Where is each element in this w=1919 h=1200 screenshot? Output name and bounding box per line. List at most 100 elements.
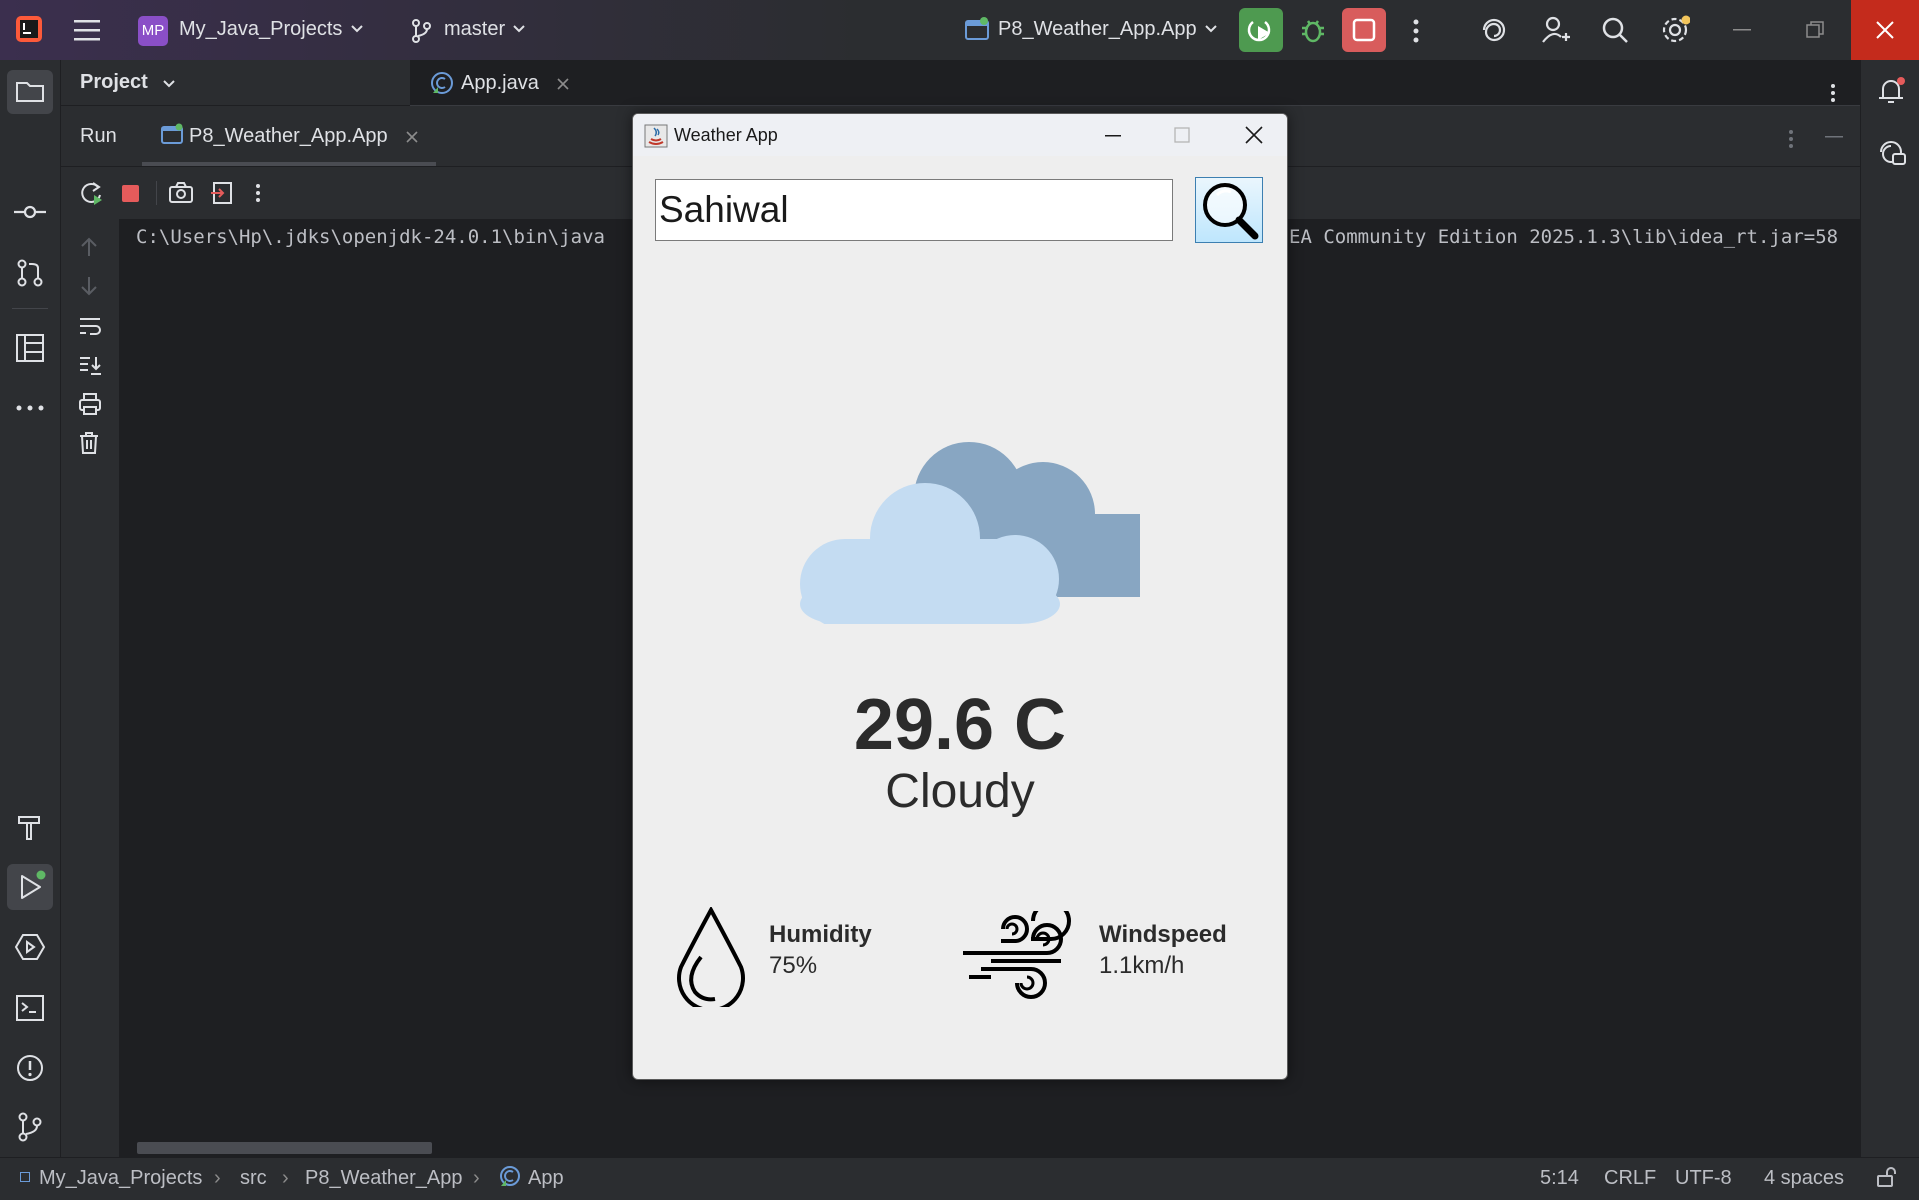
minimize-icon[interactable] xyxy=(1105,135,1121,137)
left-tool-window-bar xyxy=(0,60,61,1157)
add-user-icon[interactable] xyxy=(1541,15,1571,45)
unlock-icon[interactable] xyxy=(1876,1166,1898,1188)
debug-icon[interactable] xyxy=(1299,16,1327,44)
magnifier-search-icon xyxy=(1203,183,1259,240)
ai-assistant-icon[interactable] xyxy=(1480,16,1508,44)
run-tab-underline xyxy=(142,162,436,166)
chevron-down-icon xyxy=(512,24,526,34)
print-icon[interactable] xyxy=(78,392,102,416)
close-tab-icon[interactable] xyxy=(406,131,418,143)
editor-tab-app-java[interactable]: App.java xyxy=(461,72,539,95)
file-encoding[interactable]: UTF-8 xyxy=(1675,1167,1732,1190)
close-ide-button[interactable] xyxy=(1851,0,1919,60)
close-icon[interactable] xyxy=(1245,126,1263,144)
down-arrow-icon[interactable] xyxy=(78,275,100,297)
pull-requests-icon[interactable] xyxy=(15,258,45,288)
run-config-icon xyxy=(160,123,184,147)
more-icon[interactable] xyxy=(255,183,261,203)
problems-icon[interactable] xyxy=(15,1053,45,1083)
rerun-icon[interactable] xyxy=(80,181,104,205)
scroll-to-end-icon[interactable] xyxy=(78,354,102,376)
search-button[interactable] xyxy=(1195,177,1263,243)
chevron-down-icon xyxy=(162,79,176,89)
editor-tabs: App.java xyxy=(410,60,1860,106)
breadcrumb-src[interactable]: src xyxy=(240,1167,267,1190)
run-config-icon xyxy=(964,17,990,43)
breadcrumb-class[interactable]: App xyxy=(528,1167,564,1190)
run-panel-label: Run xyxy=(80,125,117,147)
console-line-left: C:\Users\Hp\.jdks\openjdk-24.0.1\bin\jav… xyxy=(136,226,605,248)
run-tool-button[interactable] xyxy=(7,864,53,910)
intellij-logo-icon xyxy=(14,14,44,44)
run-more-icon[interactable] xyxy=(1788,129,1794,149)
indent-setting[interactable]: 4 spaces xyxy=(1764,1167,1844,1190)
temperature-label: 29.6 C xyxy=(853,685,1067,765)
weather-window-title: Weather App xyxy=(674,125,778,145)
humidity-value: 75% xyxy=(769,952,818,979)
services-icon[interactable] xyxy=(14,932,46,962)
branch-selector[interactable]: master xyxy=(444,18,505,41)
commit-icon[interactable] xyxy=(12,197,48,227)
main-menu-icon[interactable] xyxy=(74,18,102,42)
structure-icon[interactable] xyxy=(15,333,45,363)
weather-window-titlebar: Weather App xyxy=(633,114,1287,156)
soft-wrap-icon[interactable] xyxy=(78,315,102,337)
caret-position[interactable]: 5:14 xyxy=(1540,1167,1579,1190)
hide-panel-icon[interactable] xyxy=(1825,136,1843,138)
project-tool-button[interactable] xyxy=(7,70,53,114)
settings-gear-icon[interactable] xyxy=(1660,15,1690,45)
horizontal-scrollbar[interactable] xyxy=(137,1142,432,1154)
java-class-icon xyxy=(499,1165,521,1187)
breadcrumb-separator: › xyxy=(214,1167,221,1189)
maximize-icon[interactable] xyxy=(1174,127,1190,143)
branch-icon xyxy=(410,18,432,44)
project-panel-header: Project xyxy=(61,60,410,105)
editor-more-icon[interactable] xyxy=(1830,83,1836,103)
more-actions-icon[interactable] xyxy=(1412,18,1420,44)
windspeed-label: Windspeed xyxy=(1099,921,1227,948)
git-icon[interactable] xyxy=(17,1112,43,1142)
humidity-label: Humidity xyxy=(769,921,872,948)
restore-icon[interactable] xyxy=(1806,21,1824,39)
project-selector[interactable]: My_Java_Projects xyxy=(179,18,342,41)
notifications-bell-icon[interactable] xyxy=(1877,76,1907,106)
minimize-icon[interactable] xyxy=(1733,29,1751,31)
screenshot-camera-icon[interactable] xyxy=(168,181,194,205)
up-arrow-icon[interactable] xyxy=(78,236,100,258)
terminal-icon[interactable] xyxy=(15,994,45,1022)
weather-app-window: Weather App Sahiwal 29.6 C Cloudy Humidi… xyxy=(632,113,1288,1080)
humidity-drop-icon xyxy=(673,907,749,1007)
stop-icon[interactable] xyxy=(122,185,139,202)
more-tools-icon[interactable] xyxy=(15,404,45,412)
right-tool-window-bar xyxy=(1860,60,1919,1157)
breadcrumb-separator: › xyxy=(473,1167,480,1189)
build-hammer-icon[interactable] xyxy=(15,811,45,841)
run-config-selector[interactable]: P8_Weather_App.App xyxy=(998,18,1197,41)
exit-icon[interactable] xyxy=(210,181,234,205)
console-gutter xyxy=(61,219,119,1157)
stop-button[interactable] xyxy=(1342,8,1386,52)
chevron-down-icon xyxy=(350,24,364,34)
line-separator[interactable]: CRLF xyxy=(1604,1167,1656,1190)
project-badge: MP xyxy=(138,16,168,46)
windspeed-value: 1.1km/h xyxy=(1099,952,1185,979)
trash-icon[interactable] xyxy=(78,431,100,455)
chevron-down-icon xyxy=(1204,24,1218,34)
windspeed-wind-icon xyxy=(961,911,1077,1003)
search-icon[interactable] xyxy=(1601,16,1629,44)
breadcrumb-project[interactable]: My_Java_Projects xyxy=(39,1167,202,1190)
ai-chat-icon[interactable] xyxy=(1877,138,1907,168)
rerun-button[interactable] xyxy=(1239,8,1283,52)
breadcrumb-separator: › xyxy=(282,1167,289,1189)
project-panel-label[interactable]: Project xyxy=(80,71,148,94)
ide-title-bar: MP My_Java_Projects master P8_Weather_Ap… xyxy=(0,0,1919,60)
breadcrumb-package[interactable]: P8_Weather_App xyxy=(305,1167,463,1190)
java-app-icon xyxy=(644,124,668,148)
console-line-right: EA Community Edition 2025.1.3\lib\idea_r… xyxy=(1289,226,1839,248)
city-search-input[interactable] xyxy=(655,179,1173,241)
module-icon xyxy=(20,1172,30,1182)
run-tab-label[interactable]: P8_Weather_App.App xyxy=(189,125,388,148)
cloudy-weather-icon xyxy=(785,409,1165,624)
close-tab-icon[interactable] xyxy=(557,78,569,90)
java-class-icon xyxy=(430,71,454,95)
